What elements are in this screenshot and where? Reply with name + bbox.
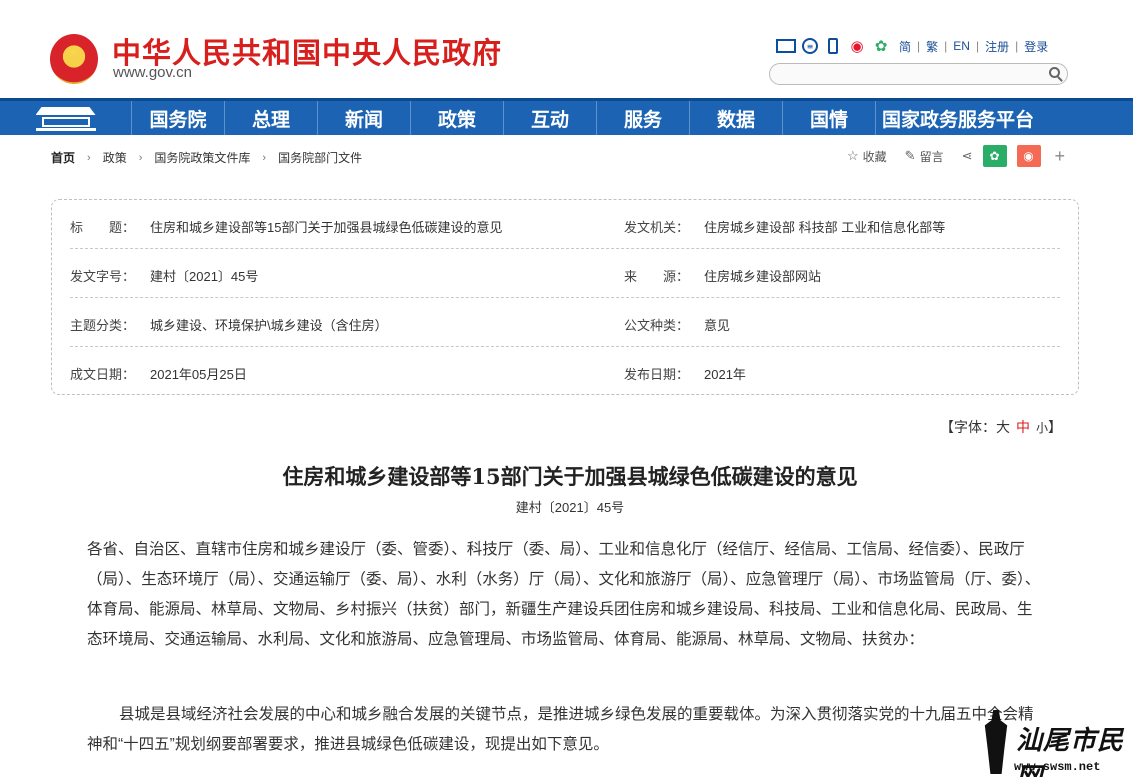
info-value-published-date: 2021年: [704, 367, 746, 382]
nav-item-services[interactable]: 服务: [597, 101, 690, 135]
header-tools: ≡ ◉ ✿ 简 | 繁 | EN | 注册 | 登录: [776, 36, 1051, 56]
breadcrumb-policy-library[interactable]: 国务院政策文件库: [154, 149, 250, 166]
nav-item-news[interactable]: 新闻: [318, 101, 411, 135]
info-label-published-date: 发布日期：: [624, 367, 690, 382]
info-value-issuer: 住房城乡建设部 科技部 工业和信息化部等: [704, 220, 946, 235]
main-nav: 国务院 总理 新闻 政策 互动 服务 数据 国情 国家政务服务平台: [0, 98, 1133, 135]
watermark-logo: 汕尾市民网 www.swsm.net: [976, 708, 1133, 777]
nav-home-building-icon[interactable]: [0, 101, 132, 135]
chevron-right-icon: ›: [138, 151, 143, 164]
info-row: 成文日期： 2021年05月25日 发布日期： 2021年: [70, 347, 1060, 396]
info-label-title: 标 题：: [70, 220, 136, 235]
info-value-title: 住房和城乡建设部等15部门关于加强县城绿色低碳建设的意见: [150, 220, 503, 235]
nav-item-state-council[interactable]: 国务院: [132, 101, 225, 135]
favorite-button[interactable]: ☆ 收藏: [847, 148, 887, 165]
search-box: [769, 63, 1068, 85]
info-label-source: 来 源：: [624, 269, 690, 284]
font-medium-button[interactable]: 中: [1016, 419, 1030, 435]
lang-traditional-link[interactable]: 繁: [926, 38, 938, 55]
document-paragraph: 县城是县域经济社会发展的中心和城乡融合发展的关键节点，是推进城乡绿色发展的重要载…: [87, 706, 1034, 753]
watermark-url: www.swsm.net: [1014, 760, 1101, 774]
register-link[interactable]: 注册: [985, 38, 1009, 55]
star-icon: ☆: [847, 148, 859, 163]
info-row: 发文字号： 建村〔2021〕45号 来 源： 住房城乡建设部网站: [70, 249, 1060, 298]
nav-item-national-info[interactable]: 国情: [783, 101, 876, 135]
chevron-right-icon: ›: [262, 151, 267, 164]
wechat-share-icon[interactable]: ✿: [982, 145, 1007, 167]
info-label-issuer: 发文机关：: [624, 220, 690, 235]
info-value-source: 住房城乡建设部网站: [704, 269, 822, 284]
person-silhouette-icon: [984, 710, 1008, 774]
message-icon[interactable]: ≡: [802, 38, 818, 54]
font-small-button[interactable]: 小: [1036, 421, 1048, 435]
pencil-icon: ✎: [904, 148, 916, 163]
font-large-button[interactable]: 大: [996, 419, 1010, 435]
font-size-control: 【字体：大中小】: [940, 419, 1063, 435]
breadcrumb: 首页 › 政策 › 国务院政策文件库 › 国务院部门文件: [51, 149, 362, 166]
info-label-topic: 主题分类：: [70, 318, 136, 333]
nav-item-interaction[interactable]: 互动: [504, 101, 597, 135]
nav-item-premier[interactable]: 总理: [225, 101, 318, 135]
search-input[interactable]: [780, 65, 1040, 85]
chevron-right-icon: ›: [87, 151, 91, 164]
share-icon[interactable]: ⋖: [962, 148, 973, 164]
mail-icon[interactable]: [776, 39, 796, 53]
info-value-docno: 建村〔2021〕45号: [150, 269, 259, 284]
document-title: 住房和城乡建设部等15部门关于加强县城绿色低碳建设的意见: [282, 464, 858, 489]
info-row: 标 题： 住房和城乡建设部等15部门关于加强县城绿色低碳建设的意见 发文机关： …: [70, 200, 1060, 249]
document-info-table: 标 题： 住房和城乡建设部等15部门关于加强县城绿色低碳建设的意见 发文机关： …: [51, 199, 1079, 395]
national-emblem-icon[interactable]: ★: [50, 34, 98, 84]
weibo-icon[interactable]: ◉: [848, 37, 866, 55]
info-label-written-date: 成文日期：: [70, 367, 136, 382]
lang-links: 简 | 繁 | EN | 注册 | 登录: [899, 38, 1049, 55]
share-toolbar: ☆ 收藏 ✎ 留言 ⋖ ✿ ◉ +: [847, 145, 1065, 167]
document-paragraph: 各省、自治区、直辖市住房和城乡建设厅（委、管委）、科技厅（委、局）、工业和信息化…: [87, 541, 1041, 648]
breadcrumb-policy[interactable]: 政策: [103, 149, 127, 166]
site-header: ★ 中华人民共和国中央人民政府 www.gov.cn ≡ ◉ ✿ 简 | 繁 | E…: [0, 0, 1133, 98]
more-share-button[interactable]: +: [1055, 146, 1066, 167]
search-icon[interactable]: [1049, 67, 1060, 78]
mobile-icon[interactable]: [828, 38, 838, 54]
info-value-written-date: 2021年05月25日: [150, 367, 247, 382]
info-label-type: 公文种类：: [624, 318, 690, 333]
lang-english-link[interactable]: EN: [953, 39, 970, 53]
site-url[interactable]: www.gov.cn: [113, 64, 192, 81]
breadcrumb-home[interactable]: 首页: [51, 149, 75, 166]
lang-simplified-link[interactable]: 简: [899, 38, 911, 55]
info-row: 主题分类： 城乡建设、环境保护\城乡建设（含住房） 公文种类： 意见: [70, 298, 1060, 347]
weibo-share-icon[interactable]: ◉: [1016, 145, 1041, 167]
nav-item-gov-service-platform[interactable]: 国家政务服务平台: [876, 101, 1040, 135]
login-link[interactable]: 登录: [1024, 38, 1048, 55]
info-label-docno: 发文字号：: [70, 269, 136, 284]
info-value-topic: 城乡建设、环境保护\城乡建设（含住房）: [150, 318, 388, 333]
nav-item-policy[interactable]: 政策: [411, 101, 504, 135]
info-value-type: 意见: [704, 318, 731, 333]
breadcrumb-department-docs[interactable]: 国务院部门文件: [278, 149, 362, 166]
document-number: 建村〔2021〕45号: [515, 500, 625, 515]
comment-button[interactable]: ✎ 留言: [905, 148, 944, 165]
wechat-icon[interactable]: ✿: [872, 37, 890, 55]
nav-item-data[interactable]: 数据: [690, 101, 783, 135]
